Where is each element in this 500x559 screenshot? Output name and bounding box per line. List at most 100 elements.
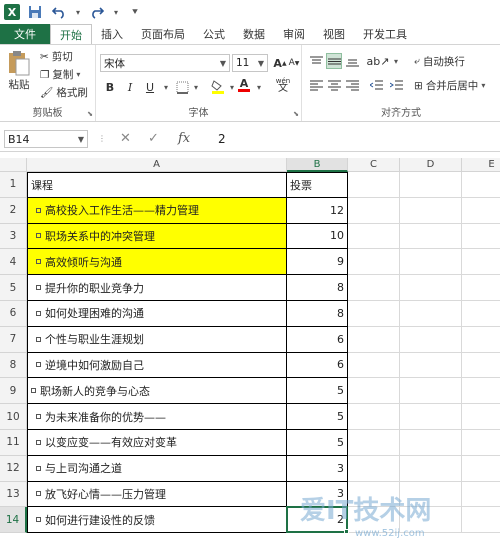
cell-E1[interactable] xyxy=(462,172,500,198)
cell-E7[interactable] xyxy=(462,327,500,353)
cell-D12[interactable] xyxy=(400,455,462,482)
cell-A10[interactable]: 为未来准备你的优势—— xyxy=(27,404,287,430)
cell-E9[interactable] xyxy=(462,378,500,405)
column-header-B[interactable]: B xyxy=(287,158,348,172)
phonetic-button[interactable]: wén 文 xyxy=(272,77,294,94)
cell-C2[interactable] xyxy=(348,197,400,224)
cell-A9[interactable]: 职场新人的竞争与心态 xyxy=(27,378,287,405)
paste-button[interactable]: 粘贴 xyxy=(4,49,34,99)
cell-A4[interactable]: 高效倾听与沟通 xyxy=(27,249,287,276)
row-header-2[interactable]: 2 xyxy=(0,197,27,224)
font-color-dropdown-icon[interactable]: ▾ xyxy=(251,79,267,95)
cell-C10[interactable] xyxy=(348,404,400,430)
cell-A2[interactable]: 高校投入工作生活——精力管理 xyxy=(27,197,287,224)
format-painter-button[interactable]: 🖌 格式刷 xyxy=(40,85,88,100)
cell-A13[interactable]: 放飞好心情——压力管理 xyxy=(27,481,287,508)
row-header-7[interactable]: 7 xyxy=(0,326,27,353)
row-header-13[interactable]: 13 xyxy=(0,481,27,508)
cell-E10[interactable] xyxy=(462,404,500,430)
row-header-11[interactable]: 11 xyxy=(0,430,27,456)
tab-6[interactable]: 审阅 xyxy=(274,24,314,44)
undo-icon[interactable] xyxy=(50,3,68,21)
cell-B9[interactable]: 5 xyxy=(287,378,348,405)
row-header-10[interactable]: 10 xyxy=(0,404,27,430)
cell-D2[interactable] xyxy=(400,197,462,224)
cell-B8[interactable]: 6 xyxy=(287,352,348,379)
cell-A12[interactable]: 与上司沟通之道 xyxy=(27,455,287,482)
undo-dropdown-icon[interactable]: ▾ xyxy=(74,3,82,21)
cell-D7[interactable] xyxy=(400,326,462,353)
redo-dropdown-icon[interactable]: ▾ xyxy=(112,3,120,21)
insert-function-icon[interactable]: fx xyxy=(178,131,190,146)
cell-C6[interactable] xyxy=(348,301,400,327)
cell-C8[interactable] xyxy=(348,352,400,379)
merge-dropdown-icon[interactable]: ▾ xyxy=(481,81,485,90)
font-color-button[interactable]: A xyxy=(236,77,252,93)
cell-D5[interactable] xyxy=(400,275,462,301)
save-icon[interactable] xyxy=(26,3,44,21)
cell-D3[interactable] xyxy=(400,223,462,250)
cell-A5[interactable]: 提升你的职业竞争力 xyxy=(27,275,287,301)
cell-E4[interactable] xyxy=(462,249,500,276)
cell-C11[interactable] xyxy=(348,430,400,456)
cell-C3[interactable] xyxy=(348,223,400,250)
cell-B4[interactable]: 9 xyxy=(287,249,348,276)
cell-D4[interactable] xyxy=(400,249,462,276)
cell-E12[interactable] xyxy=(462,456,500,482)
tab-0[interactable]: 文件 xyxy=(0,24,50,44)
borders-dropdown-icon[interactable]: ▾ xyxy=(188,79,204,95)
cell-D8[interactable] xyxy=(400,352,462,379)
cell-D9[interactable] xyxy=(400,378,462,405)
cell-A1[interactable]: 课程 xyxy=(27,172,287,198)
tab-4[interactable]: 公式 xyxy=(194,24,234,44)
cell-C12[interactable] xyxy=(348,455,400,482)
column-header-D[interactable]: D xyxy=(400,158,462,172)
font-name-select[interactable]: 宋体 ▼ xyxy=(100,54,230,72)
align-left-button[interactable] xyxy=(308,77,324,93)
cell-D6[interactable] xyxy=(400,301,462,327)
italic-button[interactable]: I xyxy=(122,79,138,95)
row-header-9[interactable]: 9 xyxy=(0,378,27,405)
cell-A7[interactable]: 个性与职业生涯规划 xyxy=(27,326,287,353)
align-right-button[interactable] xyxy=(344,77,360,93)
cell-A14[interactable]: 如何进行建设性的反馈 xyxy=(27,507,287,534)
cell-C4[interactable] xyxy=(348,249,400,276)
tab-3[interactable]: 页面布局 xyxy=(132,24,194,44)
column-header-A[interactable]: A xyxy=(27,158,287,172)
cell-A8[interactable]: 逆境中如何激励自己 xyxy=(27,352,287,379)
column-header-C[interactable]: C xyxy=(348,158,400,172)
tab-7[interactable]: 视图 xyxy=(314,24,354,44)
font-launcher-icon[interactable]: ⬊ xyxy=(293,110,299,118)
cell-A3[interactable]: 职场关系中的冲突管理 xyxy=(27,223,287,250)
row-header-14[interactable]: 14 xyxy=(0,507,27,534)
orientation-button[interactable]: ab↗ xyxy=(367,53,390,69)
middle-align-button[interactable] xyxy=(326,53,342,69)
copy-dropdown-icon[interactable]: ▾ xyxy=(76,70,80,79)
underline-button[interactable]: U xyxy=(142,79,158,95)
cell-D10[interactable] xyxy=(400,404,462,430)
redo-icon[interactable] xyxy=(88,3,106,21)
bottom-align-button[interactable] xyxy=(344,53,360,69)
row-header-4[interactable]: 4 xyxy=(0,249,27,276)
cell-B3[interactable]: 10 xyxy=(287,223,348,250)
decrease-indent-button[interactable] xyxy=(368,77,384,93)
row-header-6[interactable]: 6 xyxy=(0,301,27,327)
tab-2[interactable]: 插入 xyxy=(92,24,132,44)
formula-input[interactable]: 2 xyxy=(210,130,496,148)
cell-B6[interactable]: 8 xyxy=(287,301,348,327)
cell-B12[interactable]: 3 xyxy=(287,455,348,482)
row-header-1[interactable]: 1 xyxy=(0,172,27,198)
select-all-corner[interactable] xyxy=(0,158,27,172)
cut-button[interactable]: ✂ 剪切 xyxy=(40,49,73,64)
wrap-text-button[interactable]: ⤶ 自动换行 xyxy=(414,54,465,69)
copy-button[interactable]: ❐ 复制 ▾ xyxy=(40,67,80,82)
row-header-12[interactable]: 12 xyxy=(0,455,27,482)
increase-indent-button[interactable] xyxy=(388,77,404,93)
column-header-E[interactable]: E xyxy=(462,158,500,172)
underline-dropdown-icon[interactable]: ▾ xyxy=(158,79,174,95)
cell-B10[interactable]: 5 xyxy=(287,404,348,430)
row-header-5[interactable]: 5 xyxy=(0,275,27,301)
cell-B5[interactable]: 8 xyxy=(287,275,348,301)
font-size-select[interactable]: 11 ▼ xyxy=(232,54,268,72)
confirm-entry-icon[interactable]: ✓ xyxy=(148,131,159,146)
